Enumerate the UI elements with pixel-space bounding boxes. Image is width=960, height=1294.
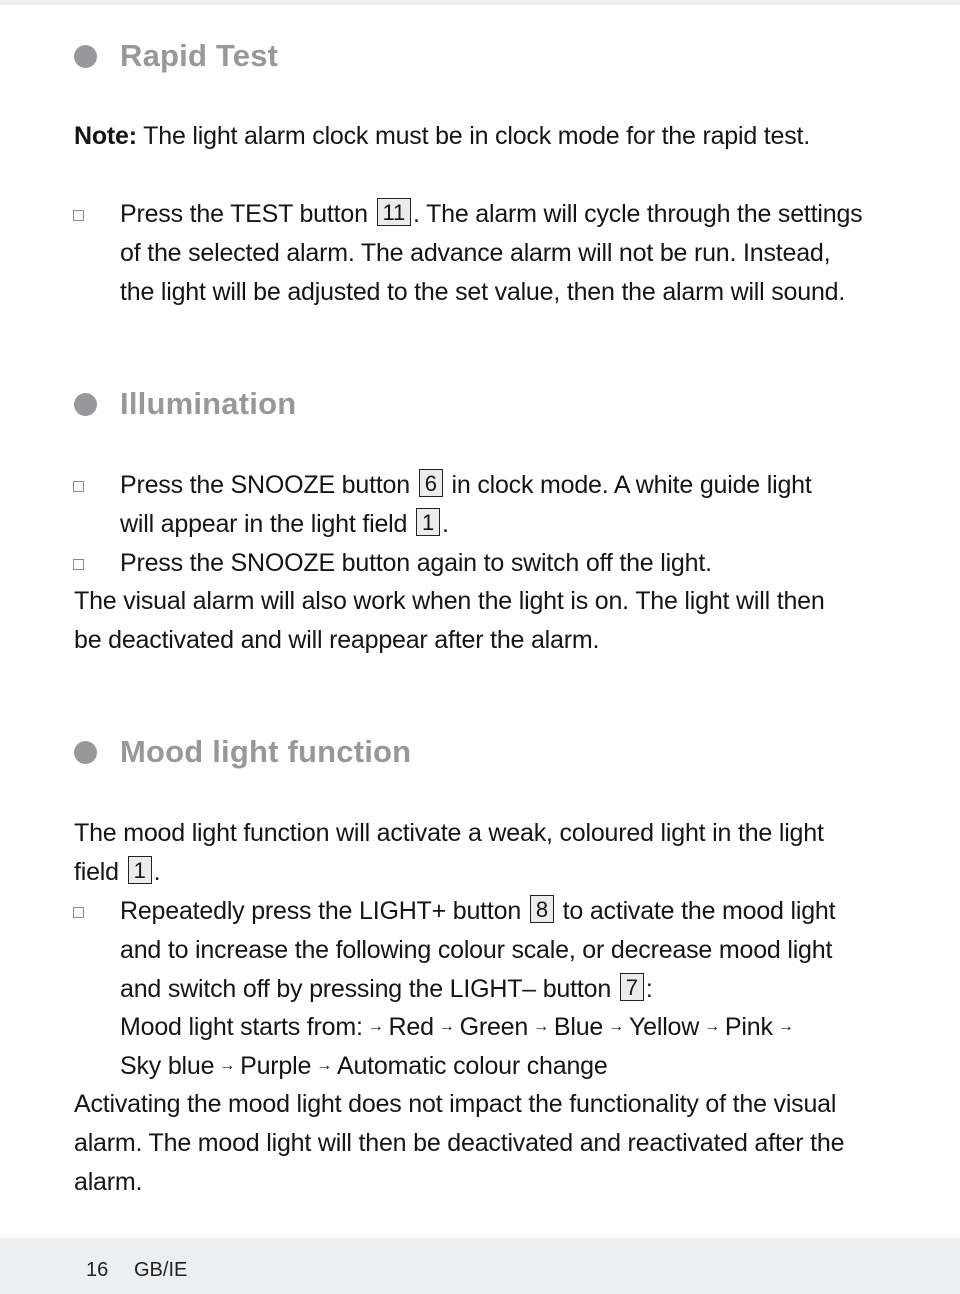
- colour-item: Green: [459, 1013, 529, 1041]
- ref-number-light-field: 1: [415, 508, 441, 536]
- bullet-dot-icon: [74, 44, 97, 68]
- colour-item: Automatic colour change: [337, 1052, 608, 1080]
- colour-item: Yellow: [628, 1013, 700, 1041]
- colour-item: Purple: [240, 1052, 312, 1080]
- arrow-right-icon: →: [777, 1018, 794, 1035]
- colour-sequence-line-2: Sky blue → Purple → Automatic colour change: [120, 1047, 608, 1086]
- arrow-right-icon: →: [438, 1018, 455, 1035]
- colour-item: Blue: [553, 1013, 604, 1041]
- top-border: [0, 0, 960, 5]
- step-text: Press the SNOOZE button 6 in clock mode.…: [120, 469, 812, 499]
- locale-label: GB/IE: [134, 1259, 188, 1281]
- step-text: the light will be adjusted to the set va…: [120, 278, 846, 306]
- colour-item: Red: [388, 1013, 434, 1041]
- paragraph-text: field 1.: [74, 856, 161, 886]
- arrow-right-icon: →: [704, 1018, 720, 1035]
- paragraph-text: Activating the mood light does not impac…: [74, 1090, 837, 1118]
- step-text: of the selected alarm. The advance alarm…: [120, 239, 831, 267]
- arrow-right-icon: →: [367, 1018, 384, 1035]
- ref-number-test-button: 11: [376, 198, 411, 226]
- ref-number-light-minus-button: 7: [619, 973, 644, 1001]
- paragraph-text: be deactivated and will reappear after t…: [74, 626, 600, 654]
- note-paragraph: Note: The light alarm clock must be in c…: [74, 122, 811, 150]
- arrow-right-icon: →: [219, 1057, 236, 1074]
- colour-item: Pink: [724, 1013, 773, 1041]
- step-text: and switch off by pressing the LIGHT– bu…: [120, 973, 653, 1003]
- ref-number-light-field: 1: [127, 856, 152, 884]
- bullet-dot-icon: [74, 392, 97, 416]
- checkbox-bullet-icon: [73, 907, 84, 918]
- note-label: Note:: [74, 122, 137, 150]
- step-text: Press the SNOOZE button again to switch …: [120, 549, 712, 577]
- paragraph-text: alarm.: [74, 1168, 143, 1196]
- arrow-right-icon: →: [608, 1018, 624, 1035]
- paragraph-text: The visual alarm will also work when the…: [74, 587, 825, 615]
- heading-illumination: Illumination: [74, 386, 296, 422]
- arrow-right-icon: →: [533, 1018, 549, 1035]
- colour-item: Sky blue: [120, 1052, 215, 1080]
- paragraph-text: The mood light function will activate a …: [74, 819, 824, 847]
- arrow-right-icon: →: [316, 1057, 332, 1074]
- heading-mood-light: Mood light function: [74, 734, 411, 770]
- paragraph-text: alarm. The mood light will then be deact…: [74, 1129, 845, 1157]
- step-text: Press the TEST button 11. The alarm will…: [120, 198, 863, 228]
- step-text: will appear in the light field 1.: [120, 508, 449, 538]
- step-text: Repeatedly press the LIGHT+ button 8 to …: [120, 895, 836, 925]
- heading-rapid-test: Rapid Test: [74, 38, 278, 74]
- page-number: 16: [86, 1259, 109, 1281]
- bullet-dot-icon: [74, 740, 97, 764]
- colour-sequence-line-1: Mood light starts from: → Red → Green → Blue → Y…: [120, 1013, 794, 1041]
- ref-number-light-plus-button: 8: [529, 895, 554, 923]
- page-footer: 16 GB/IE: [0, 1238, 960, 1294]
- checkbox-bullet-icon: [73, 559, 84, 570]
- step-text: and to increase the following colour sca…: [120, 936, 833, 964]
- ref-number-snooze-button: 6: [418, 469, 443, 497]
- checkbox-bullet-icon: [73, 481, 84, 492]
- checkbox-bullet-icon: [73, 210, 84, 221]
